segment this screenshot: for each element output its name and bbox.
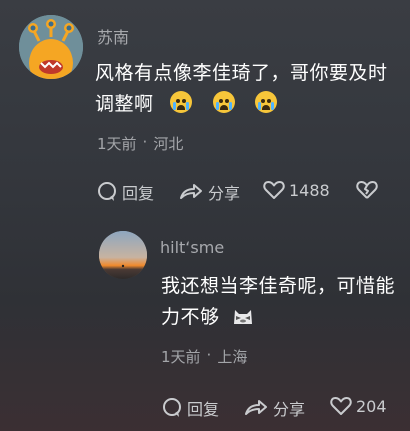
- like-button[interactable]: 204: [330, 396, 387, 416]
- broken-heart-icon: [356, 180, 378, 200]
- share-arrow-icon: [178, 181, 204, 203]
- avatar[interactable]: [19, 15, 83, 79]
- share-label: 分享: [208, 184, 241, 203]
- share-button[interactable]: 分享: [178, 180, 240, 204]
- share-label: 分享: [273, 400, 306, 419]
- sunset-avatar-image: [99, 231, 147, 279]
- share-button[interactable]: 分享: [243, 396, 305, 420]
- username[interactable]: hilt‘sme: [160, 238, 224, 257]
- comment-text-line: 我还想当李佳奇呢，可惜能: [161, 275, 396, 297]
- heart-icon: [330, 396, 352, 416]
- timestamp: 1天前: [97, 135, 137, 153]
- reply-button[interactable]: 回复: [161, 396, 219, 420]
- comment-meta: 1天前 · 上海: [161, 346, 247, 367]
- timestamp: 1天前: [161, 348, 201, 366]
- heart-icon: [263, 180, 285, 200]
- comment-text-line-2: 调整啊: [95, 89, 405, 120]
- username[interactable]: 苏南: [97, 24, 129, 48]
- reply-bubble-icon: [161, 397, 183, 419]
- crying-face-emoji-icon: [255, 91, 278, 113]
- location: 河北: [153, 135, 184, 153]
- like-count: 1488: [289, 180, 330, 200]
- like-count: 204: [356, 396, 387, 416]
- separator: ·: [206, 346, 212, 364]
- share-arrow-icon: [243, 397, 269, 419]
- reply-label: 回复: [187, 400, 220, 419]
- location: 上海: [217, 348, 248, 366]
- dislike-button[interactable]: [356, 180, 378, 200]
- avatar[interactable]: [99, 231, 147, 279]
- cat-emoji-icon: [232, 305, 254, 325]
- comment-text-line-2: 力不够: [161, 302, 406, 333]
- like-button[interactable]: 1488: [263, 180, 330, 200]
- comment-text: 我还想当李佳奇呢，可惜能 力不够: [161, 271, 406, 333]
- comment-text-fragment: 力不够: [161, 306, 220, 328]
- comment-text-fragment: 调整啊: [95, 93, 154, 115]
- crying-face-emoji-icon: [170, 91, 193, 113]
- crying-face-emoji-icon: [212, 91, 235, 113]
- comment-text-line: 风格有点像李佳琦了，哥你要及时: [95, 62, 388, 84]
- reply-label: 回复: [122, 184, 155, 203]
- reply-bubble-icon: [96, 181, 118, 203]
- comment-meta: 1天前 · 河北: [97, 133, 183, 154]
- comment-text: 风格有点像李佳琦了，哥你要及时 调整啊: [95, 58, 405, 120]
- reply-button[interactable]: 回复: [96, 180, 154, 204]
- separator: ·: [142, 133, 148, 151]
- monster-avatar-icon: [19, 15, 83, 79]
